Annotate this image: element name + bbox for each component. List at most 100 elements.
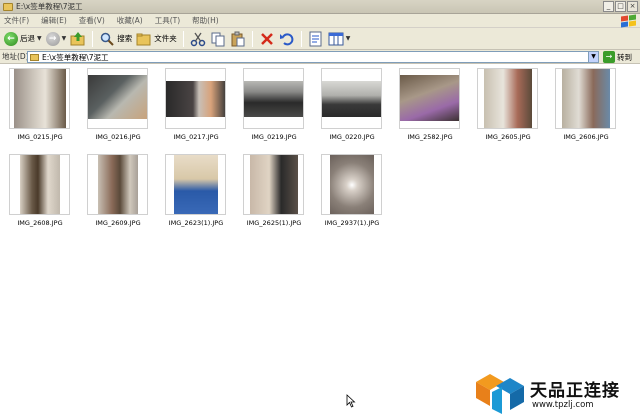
search-button[interactable]: 搜索 bbox=[97, 30, 134, 48]
search-icon bbox=[99, 31, 115, 47]
file-name: IMG_2937(1).JPG bbox=[324, 219, 380, 227]
file-name: IMG_2609.JPG bbox=[95, 219, 141, 227]
views-grid-icon bbox=[328, 31, 344, 47]
file-thumbnail[interactable]: IMG_0216.JPG bbox=[82, 68, 154, 141]
undo-button[interactable] bbox=[277, 30, 297, 48]
back-label: 后退 bbox=[20, 34, 35, 43]
paste-button[interactable] bbox=[228, 30, 248, 48]
file-thumbnail[interactable]: IMG_0219.JPG bbox=[238, 68, 310, 141]
file-thumbnail[interactable]: IMG_0215.JPG bbox=[4, 68, 76, 141]
folder-icon bbox=[3, 2, 13, 11]
up-folder-icon bbox=[70, 31, 86, 47]
folders-label: 文件夹 bbox=[154, 34, 177, 43]
thumbnail-image bbox=[321, 68, 382, 129]
properties-button[interactable] bbox=[306, 30, 326, 48]
menu-file[interactable]: 文件(F) bbox=[4, 15, 29, 26]
window-title: E:\x签单教程\7泥工 bbox=[16, 2, 83, 11]
thumbnail-image bbox=[555, 68, 616, 129]
views-button[interactable]: ▼ bbox=[326, 30, 353, 48]
file-thumbnail[interactable]: IMG_2605.JPG bbox=[472, 68, 544, 141]
folders-button[interactable]: 文件夹 bbox=[134, 30, 179, 48]
paste-icon bbox=[230, 31, 246, 47]
brand-logo-icon bbox=[476, 374, 524, 414]
search-label: 搜索 bbox=[117, 34, 133, 43]
thumbnail-image bbox=[87, 154, 148, 215]
chevron-down-icon: ▼ bbox=[61, 35, 67, 42]
mouse-cursor-icon bbox=[346, 394, 356, 408]
file-name: IMG_0216.JPG bbox=[95, 133, 141, 141]
go-arrow-icon: → bbox=[603, 51, 615, 63]
forward-arrow-icon: → bbox=[45, 31, 60, 46]
copy-icon bbox=[210, 31, 226, 47]
go-label: 转到 bbox=[617, 52, 632, 62]
file-thumbnail[interactable]: IMG_2625(1).JPG bbox=[238, 154, 310, 227]
menu-edit[interactable]: 编辑(E) bbox=[41, 15, 67, 26]
toolbar-separator bbox=[251, 30, 253, 47]
maximize-button[interactable]: □ bbox=[615, 1, 626, 12]
file-name: IMG_2605.JPG bbox=[485, 133, 531, 141]
file-thumbnail[interactable]: IMG_0217.JPG bbox=[160, 68, 232, 141]
thumbnail-image bbox=[165, 68, 226, 129]
window-controls: _ □ × bbox=[603, 1, 638, 12]
file-name: IMG_0217.JPG bbox=[173, 133, 219, 141]
file-thumbnail[interactable]: IMG_2623(1).JPG bbox=[160, 154, 232, 227]
menu-favorites[interactable]: 收藏(A) bbox=[117, 15, 143, 26]
address-value: E:\x签单教程\7泥工 bbox=[42, 52, 109, 62]
file-name: IMG_2608.JPG bbox=[17, 219, 63, 227]
thumbnail-image bbox=[399, 68, 460, 129]
thumbnail-image bbox=[87, 68, 148, 129]
menu-view[interactable]: 查看(V) bbox=[79, 15, 105, 26]
file-name: IMG_2606.JPG bbox=[563, 133, 609, 141]
file-thumbnail[interactable]: IMG_0220.JPG bbox=[316, 68, 388, 141]
file-name: IMG_0215.JPG bbox=[17, 133, 63, 141]
chevron-down-icon: ▼ bbox=[37, 35, 42, 42]
address-label: 地址(D) bbox=[2, 52, 29, 61]
file-thumbnail[interactable]: IMG_2609.JPG bbox=[82, 154, 154, 227]
toolbar-separator bbox=[92, 30, 94, 47]
address-input[interactable]: E:\x签单教程\7泥工 ▼ bbox=[27, 51, 599, 63]
thumbnail-image bbox=[9, 154, 70, 215]
forward-button[interactable]: → ▼ bbox=[44, 30, 69, 48]
file-name: IMG_0220.JPG bbox=[329, 133, 375, 141]
address-dropdown-button[interactable]: ▼ bbox=[588, 52, 598, 62]
watermark-brand: 天品正连接 bbox=[530, 381, 620, 401]
delete-button[interactable] bbox=[257, 30, 277, 48]
toolbar-separator bbox=[300, 30, 302, 47]
thumbnail-image bbox=[243, 154, 304, 215]
toolbar-separator bbox=[182, 30, 184, 47]
file-name: IMG_2582.JPG bbox=[407, 133, 453, 141]
back-button[interactable]: ← 后退 ▼ bbox=[2, 30, 44, 48]
go-button[interactable]: → 转到 bbox=[603, 51, 632, 63]
file-thumbnail[interactable]: IMG_2937(1).JPG bbox=[316, 154, 388, 227]
file-thumbnail[interactable]: IMG_2606.JPG bbox=[550, 68, 622, 141]
minimize-button[interactable]: _ bbox=[603, 1, 614, 12]
address-bar: 地址(D) E:\x签单教程\7泥工 ▼ → 转到 bbox=[0, 50, 640, 64]
close-button[interactable]: × bbox=[627, 1, 638, 12]
delete-x-icon bbox=[259, 31, 275, 47]
file-thumbnail[interactable]: IMG_2608.JPG bbox=[4, 154, 76, 227]
menu-tools[interactable]: 工具(T) bbox=[155, 15, 180, 26]
watermark: 天品正连接 www.tpzlj.com bbox=[476, 374, 634, 414]
menu-help[interactable]: 帮助(H) bbox=[192, 15, 219, 26]
thumbnail-image bbox=[165, 154, 226, 215]
file-name: IMG_2625(1).JPG bbox=[246, 219, 302, 227]
thumbnail-image bbox=[9, 68, 70, 129]
chevron-down-icon: ▼ bbox=[345, 35, 351, 42]
scissors-icon bbox=[190, 31, 206, 47]
watermark-url: www.tpzlj.com bbox=[532, 400, 594, 410]
copy-button[interactable] bbox=[208, 30, 228, 48]
folders-icon bbox=[136, 31, 152, 47]
file-name: IMG_2623(1).JPG bbox=[168, 219, 224, 227]
file-thumbnail[interactable]: IMG_2582.JPG bbox=[394, 68, 466, 141]
title-bar: E:\x签单教程\7泥工 _ □ × bbox=[0, 0, 640, 14]
up-folder-button[interactable] bbox=[68, 30, 88, 48]
file-view[interactable]: IMG_0215.JPG IMG_0216.JPG IMG_0217.JPG I… bbox=[0, 64, 640, 420]
thumbnail-image bbox=[243, 68, 304, 129]
back-arrow-icon: ← bbox=[4, 31, 18, 46]
thumbnail-image bbox=[477, 68, 538, 129]
menu-bar: 文件(F) 编辑(E) 查看(V) 收藏(A) 工具(T) 帮助(H) bbox=[0, 14, 640, 28]
properties-icon bbox=[308, 31, 324, 47]
undo-icon bbox=[279, 31, 295, 47]
cut-button[interactable] bbox=[188, 30, 208, 48]
windows-logo-icon bbox=[620, 14, 637, 28]
